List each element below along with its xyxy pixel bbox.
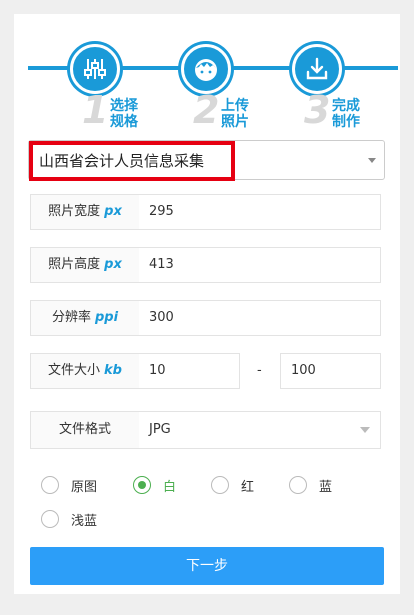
resolution-label: 分辨率 ppi: [30, 300, 140, 336]
format-label: 文件格式: [30, 411, 140, 449]
format-select[interactable]: JPG: [139, 411, 381, 449]
step-number: 3: [304, 88, 331, 132]
step-number: 2: [193, 88, 220, 132]
step-upload-photo: 2 上传 照片: [159, 44, 249, 134]
radio-dot: [41, 476, 59, 494]
step-label: 完成 制作: [332, 98, 360, 130]
step-number: 1: [82, 88, 109, 132]
range-dash: -: [257, 363, 262, 378]
bg-option-blue[interactable]: 蓝: [289, 474, 332, 496]
radio-dot: [133, 476, 151, 494]
resolution-input[interactable]: 300: [139, 300, 381, 336]
bg-option-light-blue[interactable]: 浅蓝: [41, 508, 97, 530]
step-select-spec: 1 选择 规格: [48, 44, 138, 134]
download-icon: [292, 44, 342, 94]
bg-option-white[interactable]: 白: [133, 474, 176, 496]
step-label: 上传 照片: [221, 98, 249, 130]
chevron-down-icon: [360, 427, 370, 433]
width-input[interactable]: 295: [139, 194, 381, 230]
spec-select[interactable]: 山西省会计人员信息采集: [28, 140, 385, 181]
chevron-down-icon: [368, 158, 376, 163]
filesize-label: 文件大小 kb: [30, 353, 140, 389]
radio-dot: [289, 476, 307, 494]
radio-dot: [41, 510, 59, 528]
format-select-value: JPG: [149, 422, 171, 437]
width-label: 照片宽度 px: [30, 194, 140, 230]
sliders-icon: [70, 44, 120, 94]
height-input[interactable]: 413: [139, 247, 381, 283]
filesize-max-input[interactable]: 100: [280, 353, 381, 389]
step-complete: 3 完成 制作: [270, 44, 360, 134]
step-label: 选择 规格: [110, 98, 138, 130]
radio-dot: [211, 476, 229, 494]
filesize-min-input[interactable]: 10: [139, 353, 240, 389]
bg-option-red[interactable]: 红: [211, 474, 254, 496]
spec-select-value: 山西省会计人员信息采集: [29, 141, 235, 181]
height-label: 照片高度 px: [30, 247, 140, 283]
bg-option-original[interactable]: 原图: [41, 474, 97, 496]
next-step-button[interactable]: 下一步: [30, 547, 384, 585]
face-icon: [181, 44, 231, 94]
